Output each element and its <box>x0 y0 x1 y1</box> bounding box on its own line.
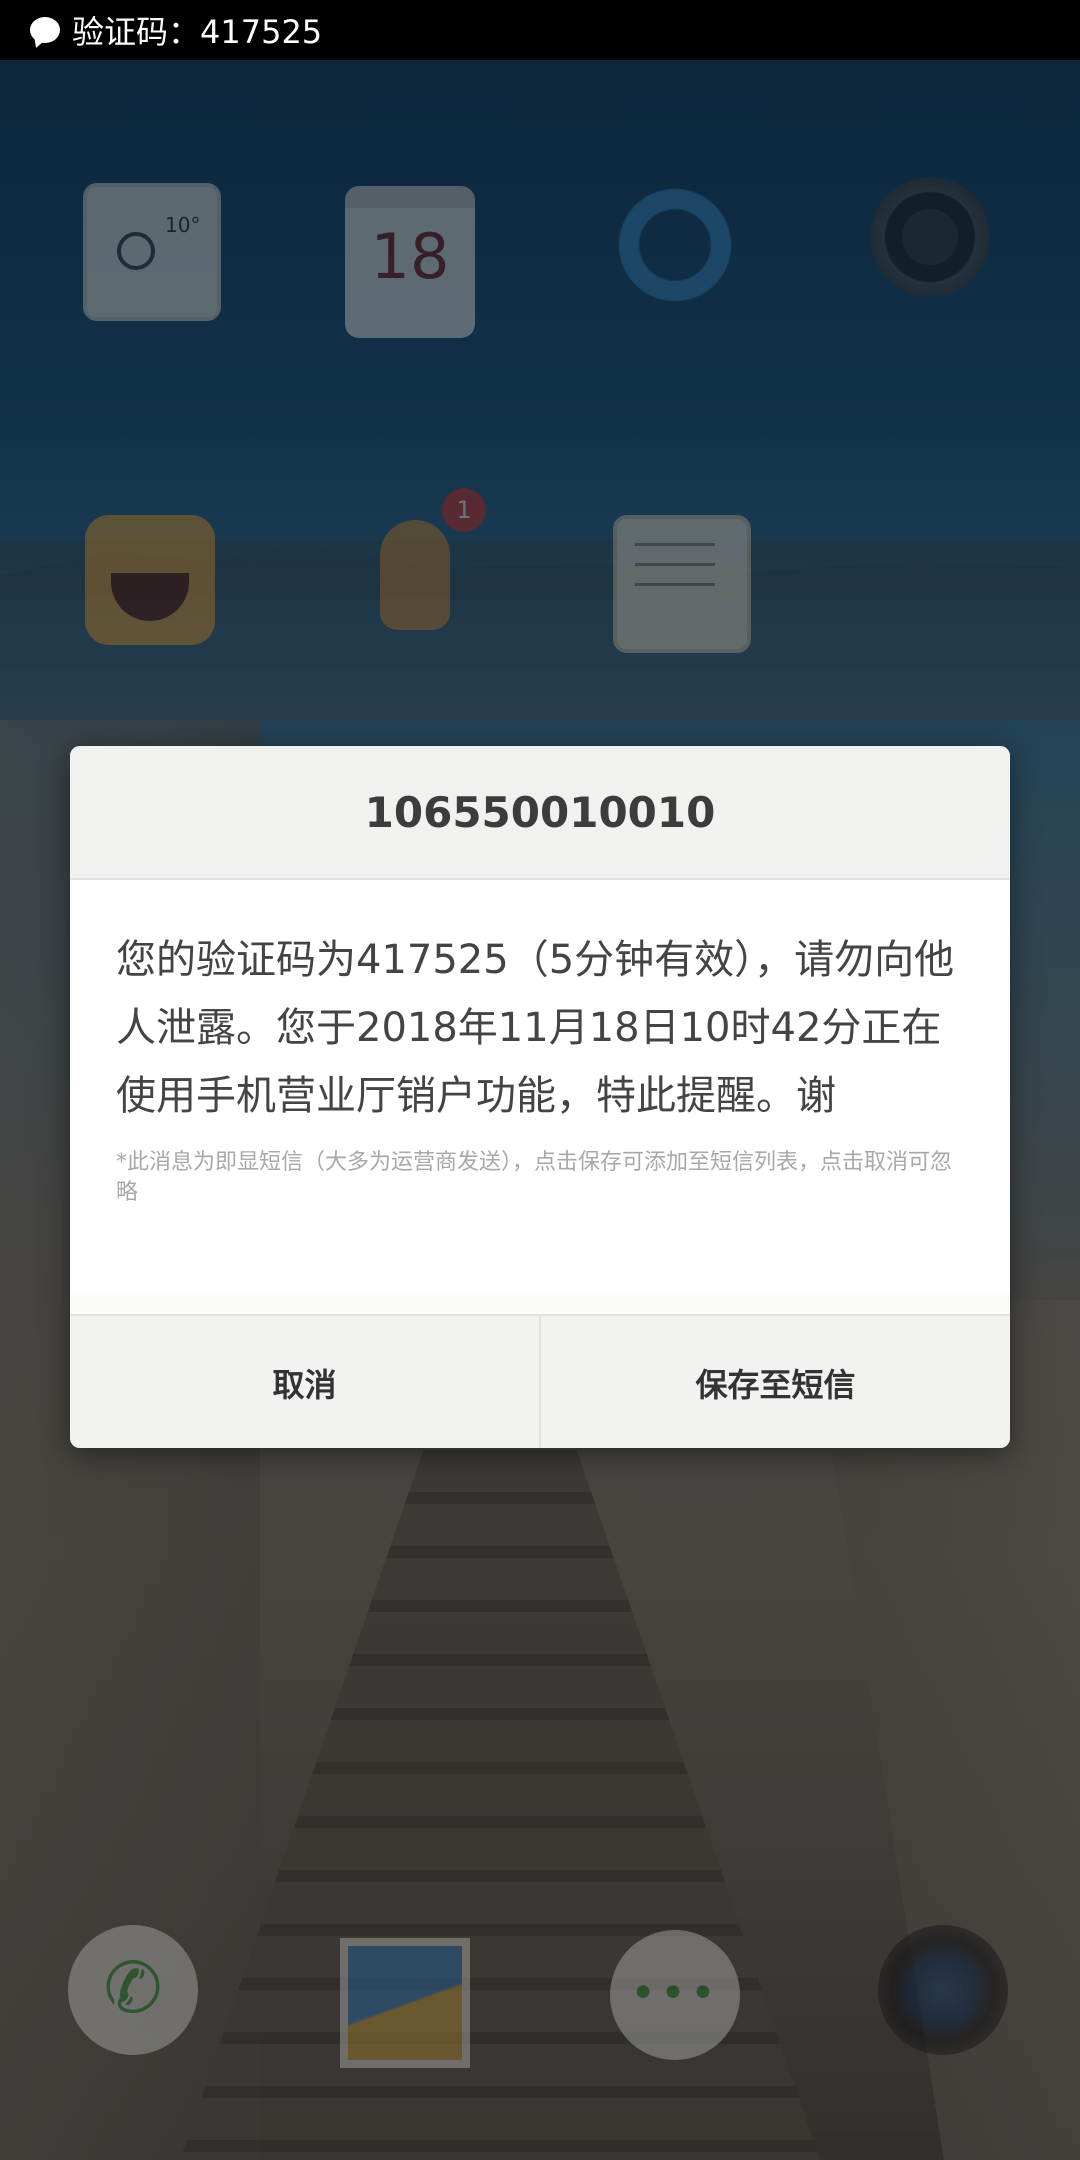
phone-screen: 10° 18 1 ✆ ••• 验证码：417525 106550010010 您… <box>0 0 1080 2160</box>
dialog-sender: 106550010010 <box>70 746 1010 880</box>
dialog-actions: 取消 保存至短信 <box>70 1314 1010 1448</box>
chat-bubble-icon <box>30 17 60 43</box>
sms-popup-dialog: 106550010010 您的验证码为417525（5分钟有效），请勿向他人泄露… <box>70 746 1010 1448</box>
dialog-body: 您的验证码为417525（5分钟有效），请勿向他人泄露。您于2018年11月18… <box>70 880 1010 1294</box>
status-bar: 验证码：417525 <box>0 0 1080 60</box>
cancel-button[interactable]: 取消 <box>70 1316 541 1448</box>
dialog-note: *此消息为即显短信（大多为运营商发送），点击保存可添加至短信列表，点击取消可忽略 <box>116 1150 953 1205</box>
dialog-message: 您的验证码为417525（5分钟有效），请勿向他人泄露。您于2018年11月18… <box>116 937 955 1119</box>
status-notification-text: 验证码：417525 <box>72 13 323 51</box>
save-to-sms-button[interactable]: 保存至短信 <box>541 1316 1010 1448</box>
